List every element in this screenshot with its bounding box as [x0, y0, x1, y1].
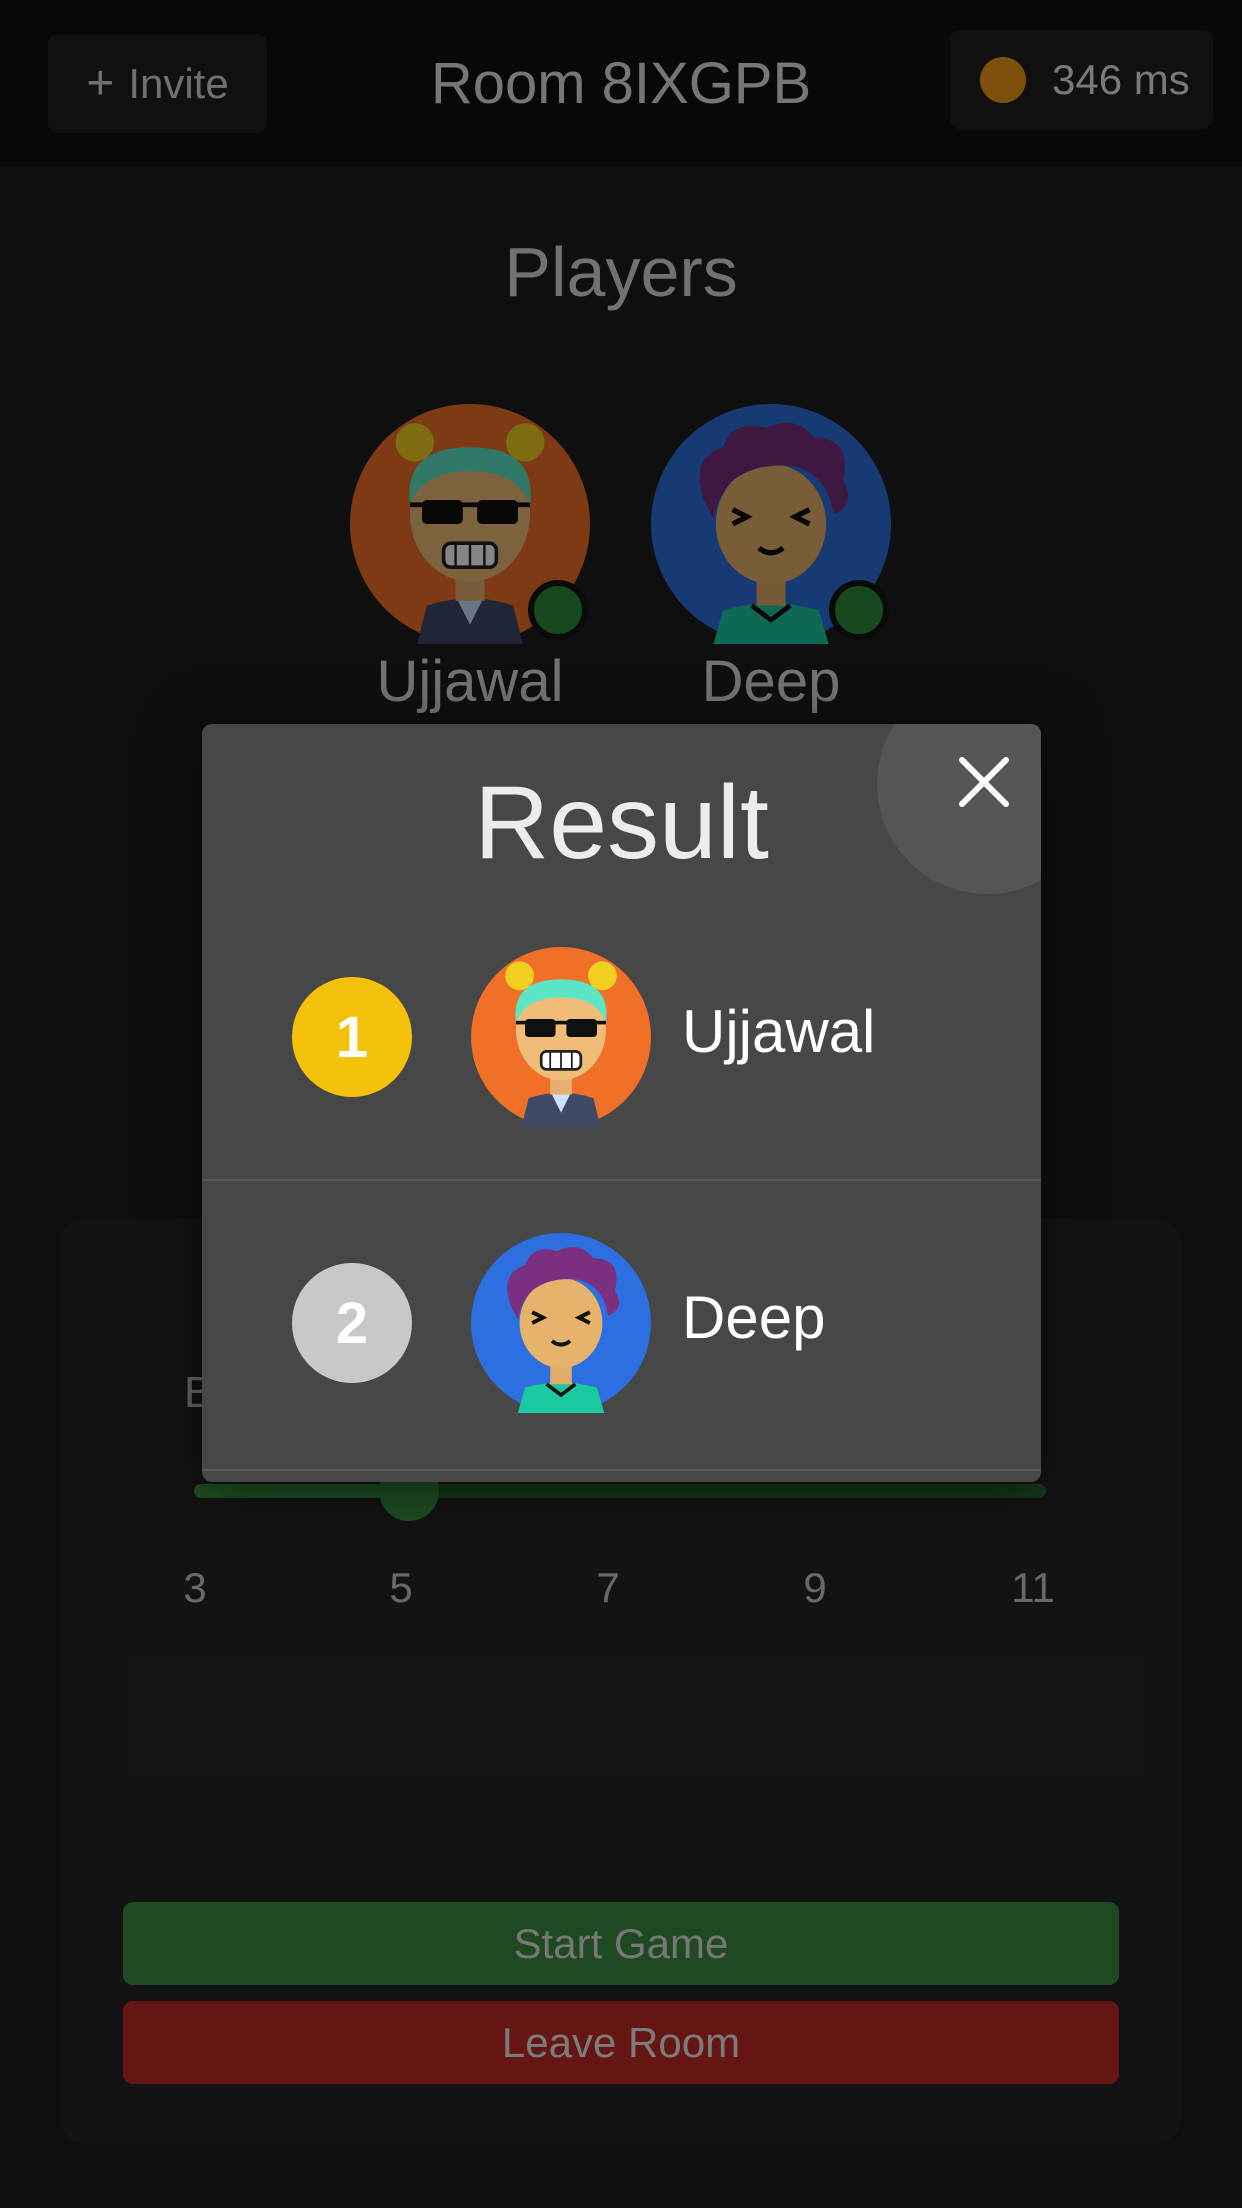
close-icon[interactable] — [954, 752, 1014, 812]
avatar-sunglasses-icon — [471, 947, 651, 1127]
result-player-name: Deep — [682, 1284, 826, 1351]
result-modal: Result 1 Ujjawal 2 Deep — [202, 724, 1041, 1482]
result-player-name: Ujjawal — [682, 998, 876, 1065]
result-row: 1 Ujjawal — [202, 893, 1041, 1181]
rank-badge-gold: 1 — [292, 977, 412, 1097]
modal-title: Result — [474, 765, 769, 881]
avatar-purple-hair-icon — [471, 1233, 651, 1413]
result-row: 2 Deep — [202, 1183, 1041, 1471]
rank-badge-silver: 2 — [292, 1263, 412, 1383]
